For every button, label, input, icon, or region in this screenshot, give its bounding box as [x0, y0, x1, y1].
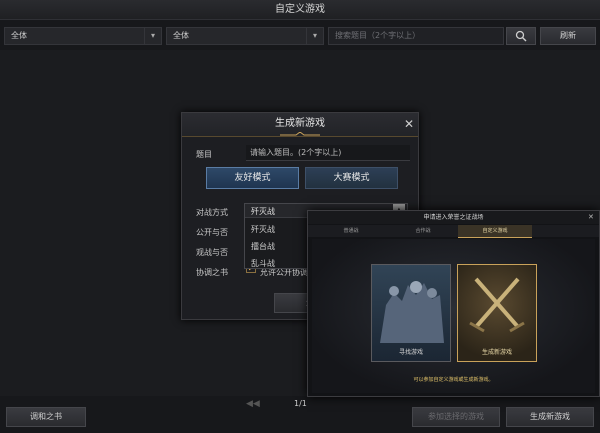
join-game-button[interactable]: 参加选择的游戏 [412, 407, 500, 427]
battlefield-entry-panel: 申请进入荣誉之证战场 ✕ 普通战 合作战 自定义游戏 寻找游戏 生成新游戏 可以… [307, 210, 600, 397]
create-game-label: 生成新游戏 [481, 349, 512, 356]
book-button[interactable]: 调和之书 [6, 407, 86, 427]
create-game-button[interactable]: 生成新游戏 [506, 407, 594, 427]
battle-option[interactable]: 乱斗战 [251, 258, 275, 269]
watch-label: 观战与否 [196, 248, 228, 257]
panel-note: 可以参加自定义游戏或生成新游戏。 [413, 377, 494, 383]
close-icon[interactable]: ✕ [402, 117, 416, 131]
filter-select-2[interactable]: 全体 ▾ [166, 27, 324, 45]
find-game-card[interactable]: 寻找游戏 [371, 264, 451, 362]
close-icon[interactable]: ✕ [588, 213, 594, 221]
dialog-title: 生成新游戏 [275, 118, 325, 129]
dialog-header: 生成新游戏 [182, 113, 418, 137]
search-input[interactable]: 搜索题目（2个字以上） [328, 27, 504, 45]
search-button[interactable] [506, 27, 536, 45]
create-game-card[interactable]: 生成新游戏 [457, 264, 537, 362]
chevron-down-icon: ▾ [306, 28, 323, 44]
book-label: 协调之书 [196, 268, 228, 277]
page-prev-icon[interactable]: ◀◀ [246, 399, 266, 411]
warriors-illustration-icon [380, 281, 444, 343]
tab-normal[interactable]: 普通战 [314, 225, 388, 237]
tab-custom[interactable]: 自定义游戏 [458, 225, 532, 238]
battle-mode-label: 对战方式 [196, 208, 228, 217]
find-game-label: 寻找游戏 [398, 349, 423, 356]
topic-input[interactable]: 请输入题目。(2个字以上) [246, 145, 410, 161]
page-indicator: 1/1 [294, 399, 307, 408]
panel-body [312, 239, 595, 393]
battle-option[interactable]: 擂台战 [251, 241, 275, 252]
topic-label: 题目 [196, 150, 212, 159]
tournament-mode-button[interactable]: 大赛模式 [305, 167, 398, 189]
panel-title: 申请进入荣誉之证战场 [308, 211, 599, 224]
crossed-swords-icon [469, 277, 525, 333]
battle-mode-value: 歼灭战 [251, 207, 275, 216]
chevron-down-icon: ▾ [144, 28, 161, 44]
ornament-icon [280, 132, 320, 136]
tab-coop[interactable]: 合作战 [386, 225, 460, 237]
refresh-button[interactable]: 刷新 [540, 27, 596, 45]
window-title: 自定义游戏 [0, 0, 600, 20]
filter-select-1-value: 全体 [11, 31, 27, 40]
battle-option[interactable]: 歼灭战 [251, 224, 275, 235]
filter-select-1[interactable]: 全体 ▾ [4, 27, 162, 45]
search-icon [515, 30, 527, 42]
friendly-mode-button[interactable]: 友好模式 [206, 167, 299, 189]
filter-select-2-value: 全体 [173, 31, 189, 40]
public-label: 公开与否 [196, 228, 228, 237]
